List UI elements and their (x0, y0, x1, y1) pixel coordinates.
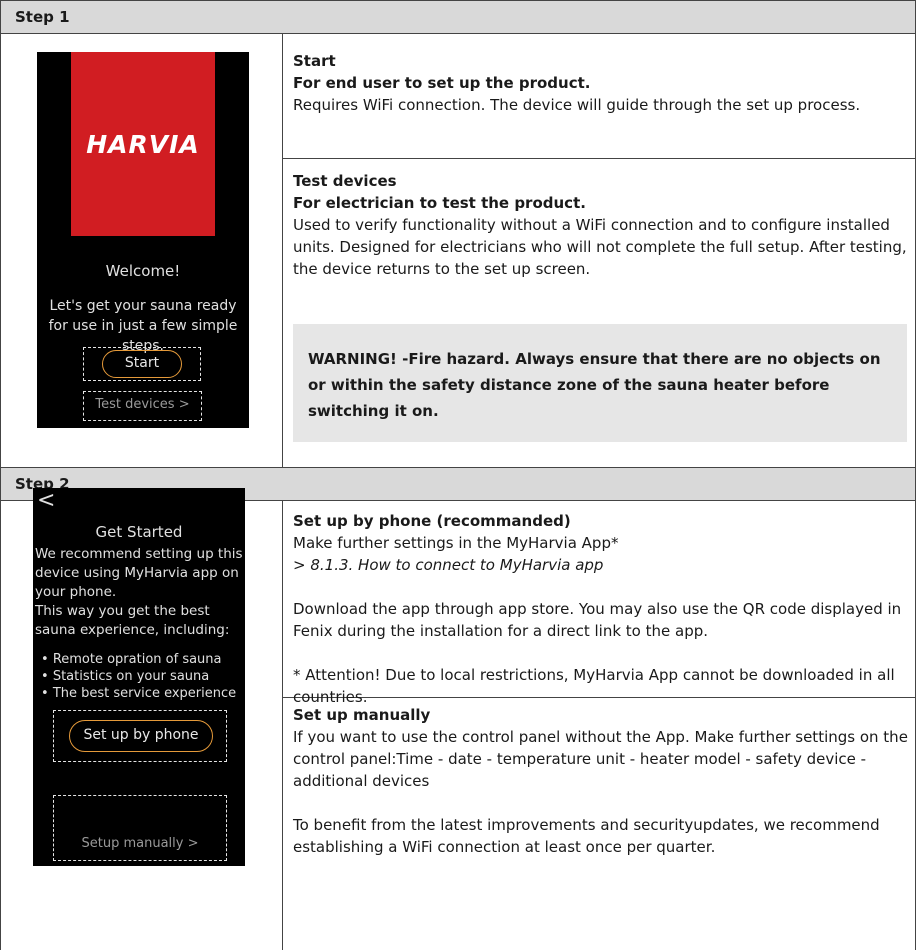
welcome-screen: HARVIA Welcome! Let's get your sauna rea… (37, 52, 249, 428)
welcome-title: Welcome! (105, 262, 181, 280)
updates-text: To benefit from the latest improvements … (293, 816, 880, 856)
start-body: Requires WiFi connection. The device wil… (293, 96, 861, 114)
get-started-title: Get Started (95, 523, 183, 541)
step1-divider (283, 158, 916, 159)
set-up-by-phone-button[interactable]: Set up by phone (69, 720, 213, 752)
setup-manually-link[interactable]: Setup manually > (53, 836, 227, 851)
test-section: Test devices For electrician to test the… (293, 170, 908, 280)
manual-setup-highlight (53, 795, 227, 861)
start-subtitle: For end user to set up the product. (293, 74, 591, 92)
fire-warning: WARNING! -Fire hazard. Always ensure tha… (293, 324, 907, 442)
test-body: Used to verify functionality without a W… (293, 216, 907, 278)
myharvia-reference: > 8.1.3. How to connect to MyHarvia app (293, 556, 604, 574)
feature-item: • The best service experience (41, 686, 237, 701)
download-text: Download the app through app store. You … (293, 600, 902, 640)
step1-header: Step 1 (0, 0, 916, 34)
feature-list: • Remote opration of sauna • Statistics … (41, 651, 236, 702)
test-devices-link[interactable]: Test devices > (83, 397, 202, 412)
instruction-table: Step 1 Step 2 HARVIA Welcome! Let's get … (0, 0, 916, 950)
feature-item: • Statistics on your sauna (41, 669, 210, 684)
phone-setup-line1: Make further settings in the MyHarvia Ap… (293, 534, 619, 552)
attention-text: * Attention! Due to local restrictions, … (293, 666, 895, 706)
manual-setup-body: If you want to use the control panel wit… (293, 728, 908, 790)
test-subtitle: For electrician to test the product. (293, 194, 586, 212)
phone-setup-title: Set up by phone (recommanded) (293, 512, 571, 530)
phone-setup-section: Set up by phone (recommanded) Make furth… (293, 510, 908, 708)
get-started-intro: We recommend setting up this device usin… (35, 546, 243, 600)
manual-setup-section: Set up manually If you want to use the c… (293, 704, 908, 858)
test-title: Test devices (293, 172, 397, 190)
get-started-intro2: This way you get the best sauna experien… (35, 603, 230, 638)
manual-setup-title: Set up manually (293, 706, 431, 724)
start-button[interactable]: Start (102, 350, 182, 378)
back-chevron-icon[interactable]: < (37, 488, 55, 513)
harvia-logo: HARVIA (71, 52, 215, 236)
start-title: Start (293, 52, 336, 70)
get-started-screen: < Get Started We recommend setting up th… (33, 488, 245, 866)
feature-item: • Remote opration of sauna (41, 652, 222, 667)
start-section: Start For end user to set up the product… (293, 50, 908, 116)
